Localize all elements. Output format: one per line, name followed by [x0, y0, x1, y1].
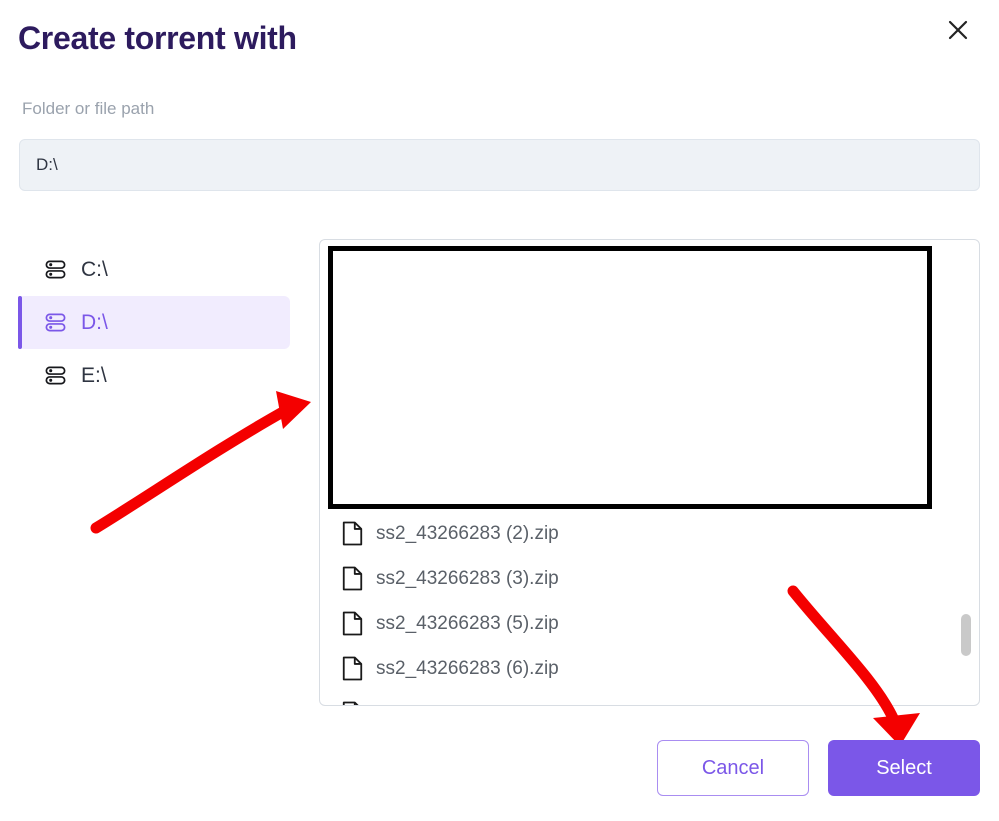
red-arrow-to-file-panel-icon — [90, 391, 311, 534]
drive-item-label: D:\ — [81, 311, 108, 334]
drive-item-label: C:\ — [81, 258, 108, 281]
drive-icon — [45, 366, 66, 385]
file-icon — [342, 521, 363, 546]
file-name: ss2_43266283 (6).zip — [376, 658, 559, 679]
drive-icon — [45, 260, 66, 279]
file-browser-panel: ss2_43266283 (2).zip ss2_43266283 (3).zi… — [319, 239, 980, 706]
file-icon — [342, 566, 363, 591]
vertical-scrollbar-thumb[interactable] — [961, 614, 971, 656]
file-name: ss2_43266283 (5).zip — [376, 613, 559, 634]
select-button[interactable]: Select — [828, 740, 980, 796]
file-name: ss2_43266283 (3).zip — [376, 568, 559, 589]
drive-item-e[interactable]: E:\ — [18, 349, 290, 402]
folder-or-file-path-input[interactable] — [19, 139, 980, 191]
file-list-item[interactable]: ss2_43266283 (5).zip — [320, 601, 979, 646]
file-list-item[interactable]: ss2_43266283 (2).zip — [320, 511, 979, 556]
drive-item-d[interactable]: D:\ — [18, 296, 290, 349]
file-name: ss2_43266283 (2).zip — [376, 523, 559, 544]
path-field-label: Folder or file path — [22, 99, 155, 118]
drive-list: C:\ D:\ E:\ — [18, 243, 290, 402]
drive-item-label: E:\ — [81, 364, 107, 387]
file-icon — [342, 701, 359, 705]
file-list: ss2_43266283 (2).zip ss2_43266283 (3).zi… — [320, 511, 979, 705]
file-list-item[interactable]: ss2_43266283 (6).zip — [320, 646, 979, 691]
file-icon — [342, 611, 363, 636]
file-list-item-partial[interactable] — [320, 691, 979, 705]
file-icon — [342, 656, 363, 681]
page-title: Create torrent with — [18, 20, 297, 56]
file-list-item[interactable]: ss2_43266283 (3).zip — [320, 556, 979, 601]
drive-icon — [45, 313, 66, 332]
close-icon — [947, 19, 969, 41]
close-button[interactable] — [941, 13, 975, 47]
drive-item-c[interactable]: C:\ — [18, 243, 290, 296]
cancel-button[interactable]: Cancel — [657, 740, 809, 796]
